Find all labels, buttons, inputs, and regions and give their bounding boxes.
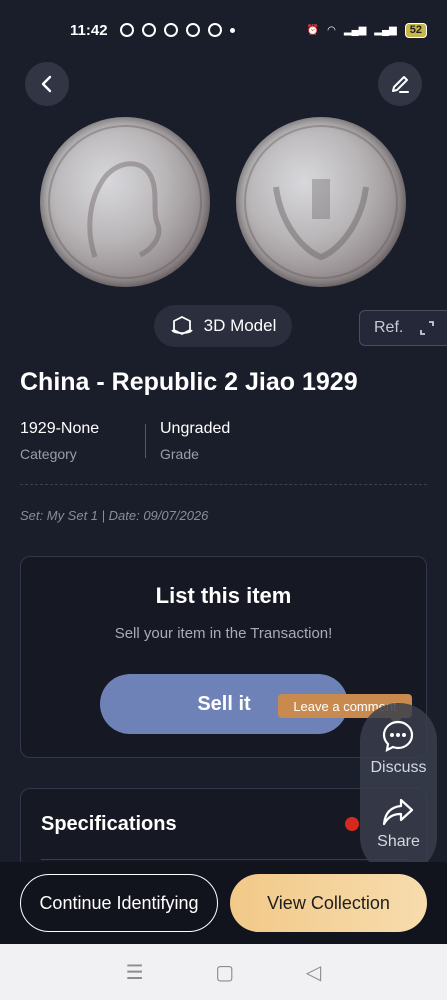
floating-action-panel: Discuss Share (360, 703, 437, 875)
coin-obverse-image[interactable] (40, 117, 210, 287)
chat-bubble-icon (383, 720, 414, 752)
china-flag-icon (345, 817, 359, 831)
item-title: China - Republic 2 Jiao 1929 (20, 368, 358, 396)
battery-icon: 52 (404, 22, 427, 38)
wreath-relief-icon (273, 179, 369, 261)
coin-reverse-image[interactable] (236, 117, 406, 287)
back-arrow-icon (41, 75, 52, 93)
alarm-icon: ⏰ (306, 24, 320, 36)
view-collection-button[interactable]: View Collection (230, 874, 427, 932)
google-icon (185, 23, 200, 37)
discuss-label: Discuss (370, 759, 427, 776)
edit-button[interactable] (378, 62, 422, 106)
wifi-icon: ◠ (327, 24, 336, 36)
ref-label: Ref. (374, 319, 404, 336)
set-date-line: Set: My Set 1 | Date: 09/07/2026 (20, 508, 209, 523)
more-notifications-icon (229, 27, 235, 33)
discuss-button[interactable]: Discuss (370, 719, 427, 797)
specifications-title: Specifications (41, 813, 177, 835)
continue-identifying-button[interactable]: Continue Identifying (20, 874, 218, 932)
expand-icon (420, 321, 435, 335)
system-nav-bar: ☰ ▢ ◁ (0, 944, 447, 1000)
share-label: Share (377, 833, 420, 850)
list-card-subtitle: Sell your item in the Transaction! (114, 625, 333, 642)
ox-app-icon (207, 23, 222, 37)
system-icons: ⏰ ◠ ▂▄▆ ▂▄▆ 52 (306, 22, 427, 38)
ref-button[interactable]: Ref. (359, 310, 447, 346)
dashed-divider (20, 484, 427, 485)
3d-model-label: 3D Model (203, 316, 277, 335)
grade-block: Ungraded Grade (160, 420, 230, 462)
meta-divider (145, 424, 146, 458)
status-time: 11:42 (70, 21, 108, 39)
back-nav-icon[interactable]: ◁ (306, 960, 321, 985)
circle-app-icon (163, 23, 178, 37)
category-label: Category (20, 446, 77, 462)
signal-icon-2: ▂▄▆ (374, 24, 397, 36)
recent-apps-icon[interactable]: ☰ (126, 960, 144, 985)
specifications-divider (41, 859, 408, 860)
back-button[interactable] (25, 62, 69, 106)
share-arrow-icon (383, 798, 414, 826)
home-icon[interactable]: ▢ (215, 960, 234, 985)
notification-icons (119, 23, 235, 37)
3d-cube-icon (170, 315, 193, 336)
category-value: 1929-None (20, 420, 100, 437)
edit-pencil-icon (392, 76, 409, 93)
grade-value: Ungraded (160, 420, 231, 437)
signal-icon: ▂▄▆ (343, 24, 367, 36)
continue-identifying-label: Continue Identifying (39, 892, 199, 913)
category-block: 1929-None Category (20, 420, 99, 462)
3d-model-button[interactable]: 3D Model (154, 305, 292, 347)
sell-it-label: Sell it (197, 692, 251, 715)
shopping-icon (141, 23, 156, 37)
status-bar: 11:42 ⏰ ◠ ▂▄▆ ▂▄▆ 52 (0, 0, 447, 60)
whatsapp-icon (119, 23, 134, 37)
list-card-title: List this item (155, 583, 292, 608)
view-collection-label: View Collection (267, 892, 390, 913)
grade-label: Grade (160, 446, 199, 462)
coin-images (0, 112, 447, 292)
portrait-relief-icon (87, 161, 162, 258)
